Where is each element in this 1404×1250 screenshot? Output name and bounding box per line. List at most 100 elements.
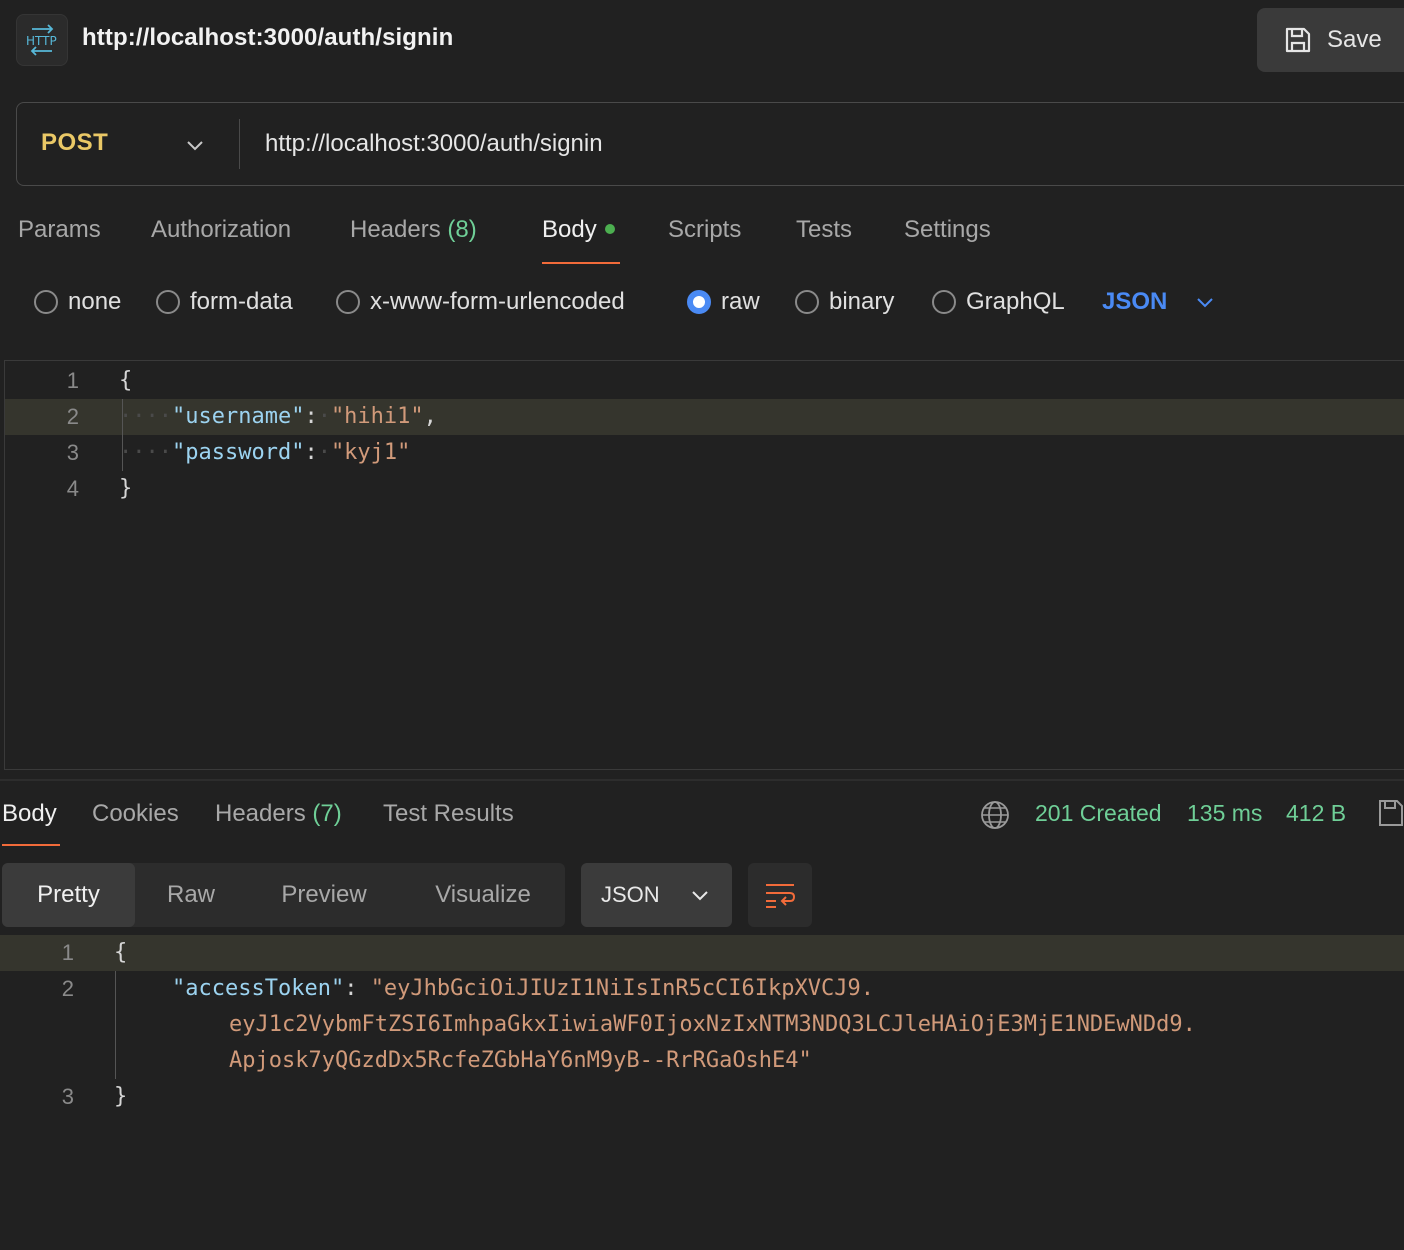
indent-guide: [115, 971, 116, 1079]
response-status[interactable]: 201 Created: [1035, 800, 1162, 827]
body-type-none[interactable]: none: [34, 288, 121, 316]
editor-line: 1 {: [5, 363, 1404, 399]
tab-tests[interactable]: Tests: [796, 216, 852, 244]
method-select[interactable]: POST: [41, 129, 108, 157]
body-format-label: JSON: [1102, 288, 1168, 315]
line-number: 4: [66, 476, 79, 501]
code-text: ····"username":·"hihi1",: [119, 404, 437, 429]
response-format-select[interactable]: JSON: [581, 863, 732, 927]
brace-open: {: [119, 368, 133, 393]
code-text: ····"password":·"kyj1": [119, 440, 411, 465]
tab-authorization[interactable]: Authorization: [151, 216, 291, 244]
response-size[interactable]: 412 B: [1286, 800, 1346, 827]
radio-graphql[interactable]: [932, 290, 956, 314]
active-tab-underline: [542, 262, 620, 264]
radio-form-data[interactable]: [156, 290, 180, 314]
colon: :: [344, 976, 358, 1001]
body-type-none-label: none: [68, 288, 122, 315]
editor-line: 2 ····"username":·"hihi1",: [5, 399, 1404, 435]
line-number: 2: [61, 976, 74, 1001]
whitespace-marker: ····: [119, 440, 172, 465]
globe-icon[interactable]: [980, 800, 1010, 830]
line-number: 1: [61, 940, 74, 965]
response-tab-headers-count: (7): [312, 800, 342, 827]
http-icon-label: HTTP: [26, 34, 57, 48]
response-tab-headers[interactable]: Headers (7): [215, 800, 342, 828]
body-type-urlencoded[interactable]: x-www-form-urlencoded: [336, 288, 625, 316]
chevron-down-icon[interactable]: [185, 135, 205, 155]
wrap-lines-button[interactable]: [748, 863, 812, 927]
json-value: "kyj1": [330, 440, 411, 465]
tab-headers[interactable]: Headers (8): [350, 216, 477, 244]
tab-params[interactable]: Params: [18, 216, 101, 244]
line-number: 3: [61, 1084, 74, 1109]
editor-line: 3 ····"password":·"kyj1": [5, 435, 1404, 471]
request-title[interactable]: http://localhost:3000/auth/signin: [82, 24, 453, 52]
save-icon: [1285, 27, 1311, 53]
radio-none[interactable]: [34, 290, 58, 314]
tab-headers-count: (8): [447, 216, 477, 243]
tab-scripts[interactable]: Scripts: [668, 216, 741, 244]
radio-binary[interactable]: [795, 290, 819, 314]
body-type-urlencoded-label: x-www-form-urlencoded: [370, 288, 625, 315]
line-number: 2: [66, 404, 79, 429]
response-tab-body[interactable]: Body: [2, 800, 57, 828]
response-tab-headers-label: Headers: [215, 800, 306, 827]
tab-headers-label: Headers: [350, 216, 441, 243]
chevron-down-icon: [691, 891, 708, 901]
url-separator: [239, 119, 240, 169]
http-icon: HTTP: [16, 14, 68, 66]
response-tab-cookies[interactable]: Cookies: [92, 800, 179, 828]
radio-raw[interactable]: [687, 290, 711, 314]
json-key: "username": [171, 404, 305, 429]
tab-settings[interactable]: Settings: [904, 216, 991, 244]
body-type-binary[interactable]: binary: [795, 288, 894, 316]
colon: :: [304, 440, 318, 465]
view-pretty[interactable]: Pretty: [2, 863, 135, 927]
request-body-editor[interactable]: 1 { 2 ····"username":·"hihi1", 3 ····"pa…: [4, 360, 1404, 770]
response-time[interactable]: 135 ms: [1187, 800, 1262, 827]
response-active-underline: [2, 844, 60, 846]
response-line-wrap: eyJ1c2VybmFtZSI6ImhpaGkxIiwiaWF0IjoxNzIx…: [0, 1007, 1404, 1043]
body-type-graphql[interactable]: GraphQL: [932, 288, 1065, 316]
line-number: 3: [66, 440, 79, 465]
code-text: }: [119, 471, 132, 507]
comma: ,: [423, 404, 437, 429]
body-type-raw-label: raw: [721, 288, 760, 315]
pane-divider[interactable]: [0, 779, 1404, 781]
body-type-form-data[interactable]: form-data: [156, 288, 293, 316]
radio-urlencoded[interactable]: [336, 290, 360, 314]
response-tab-test-results[interactable]: Test Results: [383, 800, 514, 828]
indent-guide: [122, 399, 123, 471]
line-number: 1: [66, 368, 79, 393]
view-preview[interactable]: Preview: [247, 863, 401, 927]
json-key: "accessToken": [172, 976, 345, 1001]
body-type-binary-label: binary: [829, 288, 895, 315]
response-view-switcher: Pretty Raw Preview Visualize: [2, 863, 565, 927]
json-value: Apjosk7yQGzdDx5RcfeZGbHaY6nM9yB--RrRGaOs…: [229, 1048, 812, 1073]
code-text: {: [114, 935, 127, 971]
brace-close: }: [119, 476, 133, 501]
body-type-graphql-label: GraphQL: [966, 288, 1065, 315]
code-text: "accessToken": "eyJhbGciOiJIUzI1NiIsInR5…: [172, 971, 874, 1007]
view-visualize[interactable]: Visualize: [401, 863, 565, 927]
response-line-wrap: Apjosk7yQGzdDx5RcfeZGbHaY6nM9yB--RrRGaOs…: [0, 1043, 1404, 1079]
view-raw[interactable]: Raw: [135, 863, 247, 927]
json-key: "password": [171, 440, 305, 465]
save-button[interactable]: Save: [1257, 8, 1404, 72]
tab-body[interactable]: Body: [542, 216, 615, 244]
url-input[interactable]: http://localhost:3000/auth/signin: [265, 130, 603, 158]
colon: :: [304, 404, 318, 429]
response-line: 3 }: [0, 1079, 1404, 1115]
request-header: HTTP http://localhost:3000/auth/signin S…: [0, 0, 1404, 80]
wrap-lines-icon: [766, 884, 796, 908]
json-value: "eyJhbGciOiJIUzI1NiIsInR5cCI6IkpXVCJ9.: [370, 976, 875, 1001]
whitespace-marker: ····: [119, 404, 172, 429]
brace-open: {: [114, 940, 128, 965]
save-response-icon[interactable]: [1378, 798, 1404, 828]
brace-close: }: [114, 1084, 128, 1109]
body-format-select[interactable]: JSON: [1102, 288, 1215, 316]
body-modified-dot: [604, 223, 615, 234]
chevron-down-icon: [1197, 298, 1214, 308]
body-type-raw[interactable]: raw: [687, 288, 760, 316]
